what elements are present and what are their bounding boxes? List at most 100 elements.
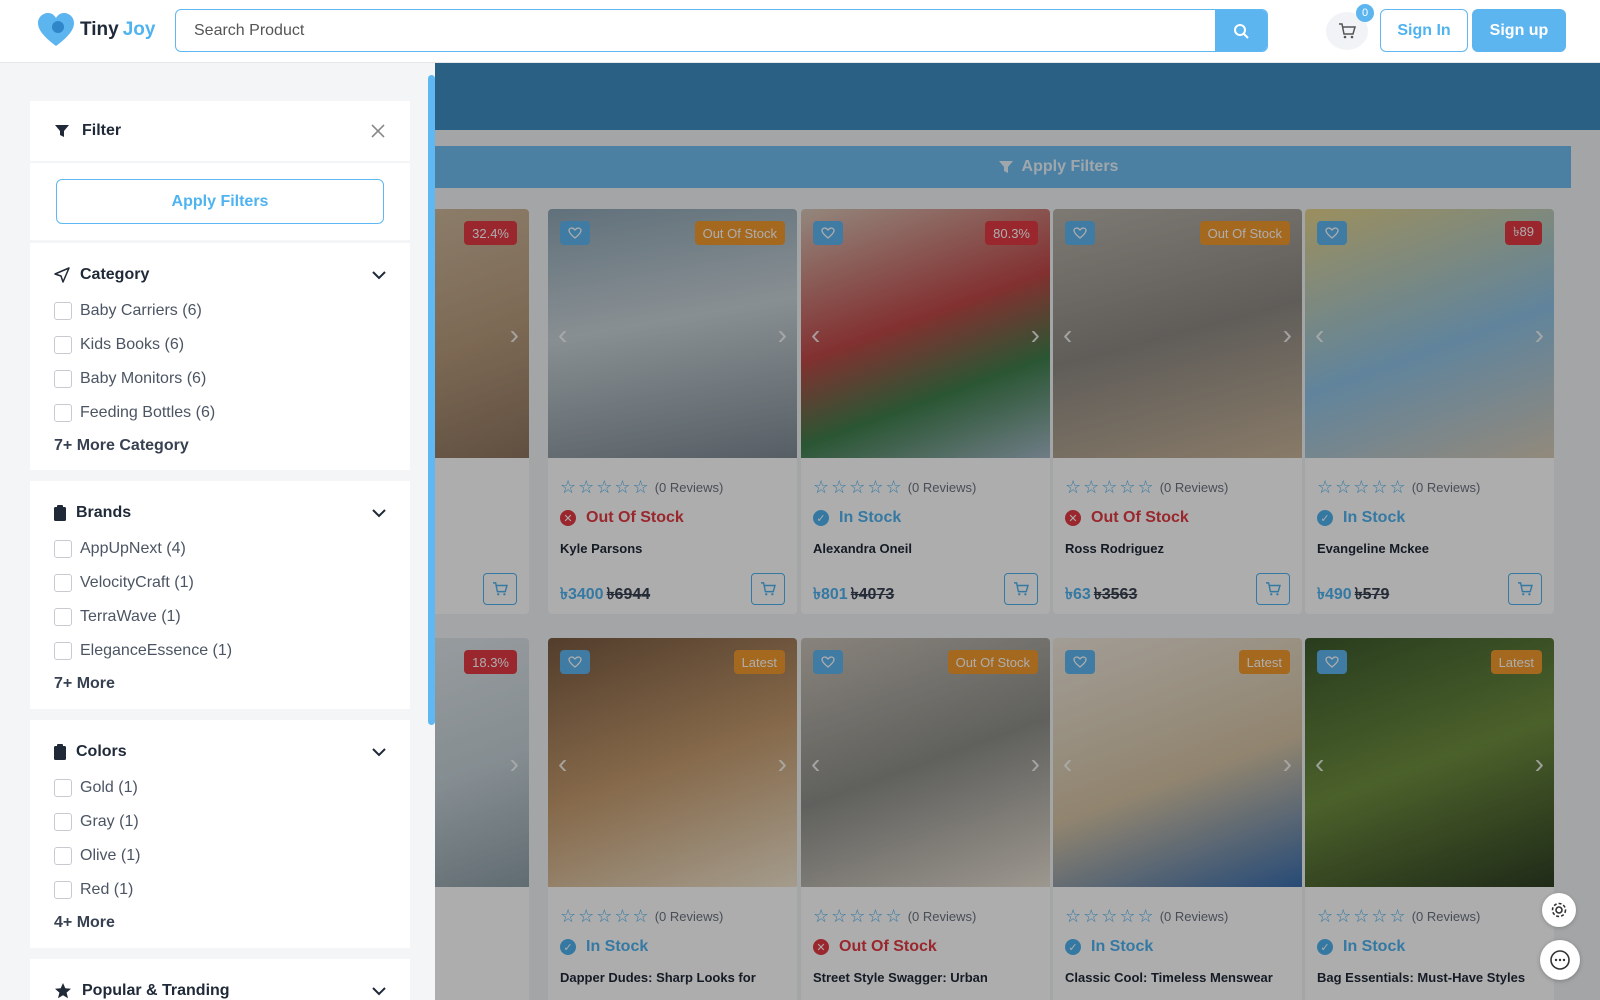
chevron-left-icon[interactable]: ‹	[811, 748, 820, 780]
add-to-cart-button[interactable]	[1256, 573, 1290, 605]
chevron-right-icon[interactable]: ›	[778, 748, 787, 780]
product-name[interactable]: Alexandra Oneil	[813, 541, 1038, 556]
product-image[interactable]: Latest ‹ ›	[548, 638, 797, 887]
brand-option[interactable]: VelocityCraft (1)	[54, 573, 386, 593]
colors-header[interactable]: Colors	[54, 740, 386, 764]
wishlist-button[interactable]	[1317, 650, 1347, 674]
product-card[interactable]: 18.3%‹›☆☆☆☆☆eviews)Style for	[435, 638, 529, 1000]
product-name[interactable]: Kyle Parsons	[560, 541, 785, 556]
product-image[interactable]: 80.3% ‹ ›	[801, 209, 1050, 458]
category-option[interactable]: Baby Carriers (6)	[54, 301, 386, 321]
chevron-left-icon[interactable]: ‹	[811, 319, 820, 351]
wishlist-button[interactable]	[560, 221, 590, 245]
chevron-right-icon[interactable]: ›	[778, 319, 787, 351]
chevron-right-icon[interactable]: ›	[1283, 748, 1292, 780]
close-icon[interactable]	[370, 123, 386, 139]
more-category-link[interactable]: 7+ More Category	[54, 437, 386, 457]
wishlist-button[interactable]	[1317, 221, 1347, 245]
brand-option[interactable]: AppUpNext (4)	[54, 539, 386, 559]
product-name[interactable]: Evangeline Mckee	[1317, 541, 1542, 556]
chevron-right-icon[interactable]: ›	[1283, 319, 1292, 351]
product-image[interactable]: Out Of Stock ‹ ›	[548, 209, 797, 458]
checkbox[interactable]	[54, 881, 72, 899]
category-header[interactable]: Category	[54, 263, 386, 287]
add-to-cart-button[interactable]	[751, 573, 785, 605]
checkbox[interactable]	[54, 608, 72, 626]
product-card[interactable]: Latest ‹ › ☆☆☆☆☆ (0 Reviews) ✓ In Stock Classic…	[1053, 638, 1302, 1000]
product-card[interactable]: Out Of Stock ‹ › ☆☆☆☆☆ (0 Reviews) ✕ Out Of St…	[801, 638, 1050, 1000]
sign-in-button[interactable]: Sign In	[1380, 9, 1468, 52]
wishlist-button[interactable]	[1065, 650, 1095, 674]
search-input[interactable]	[176, 10, 1215, 51]
chevron-right-icon[interactable]: ›	[1535, 319, 1544, 351]
checkbox[interactable]	[54, 847, 72, 865]
chevron-right-icon[interactable]: ›	[1031, 319, 1040, 351]
chevron-left-icon[interactable]: ‹	[1063, 748, 1072, 780]
add-to-cart-button[interactable]	[1004, 573, 1038, 605]
checkbox[interactable]	[54, 404, 72, 422]
chevron-left-icon[interactable]: ‹	[558, 748, 567, 780]
product-card[interactable]: 80.3% ‹ › ☆☆☆☆☆ (0 Reviews) ✓ In Stock Alexandr…	[801, 209, 1050, 614]
checkbox[interactable]	[54, 642, 72, 660]
logo[interactable]: Tiny Joy	[36, 12, 155, 48]
sign-up-button[interactable]: Sign up	[1472, 9, 1566, 52]
wishlist-button[interactable]	[1065, 221, 1095, 245]
product-name[interactable]: Bag Essentials: Must-Have Styles	[1317, 970, 1542, 985]
sidebar-scrollbar[interactable]	[428, 75, 435, 725]
product-image[interactable]: Latest ‹ ›	[1053, 638, 1302, 887]
checkbox[interactable]	[54, 336, 72, 354]
brand-option[interactable]: EleganceEssence (1)	[54, 641, 386, 661]
category-option[interactable]: Feeding Bottles (6)	[54, 403, 386, 423]
chevron-right-icon[interactable]: ›	[1535, 748, 1544, 780]
product-card[interactable]: Latest ‹ › ☆☆☆☆☆ (0 Reviews) ✓ In Stock Bag Ess…	[1305, 638, 1554, 1000]
chevron-right-icon[interactable]: ›	[510, 319, 519, 351]
chevron-right-icon[interactable]: ›	[510, 748, 519, 780]
category-option[interactable]: Baby Monitors (6)	[54, 369, 386, 389]
chevron-left-icon[interactable]: ‹	[558, 319, 567, 351]
product-image[interactable]: Latest ‹ ›	[1305, 638, 1554, 887]
more-brands-link[interactable]: 7+ More	[54, 675, 386, 695]
product-name[interactable]: Street Style Swagger: Urban	[813, 970, 1038, 985]
brands-header[interactable]: Brands	[54, 501, 386, 525]
add-to-cart-button[interactable]	[1508, 573, 1542, 605]
color-option[interactable]: Red (1)	[54, 880, 386, 900]
product-name[interactable]: Classic Cool: Timeless Menswear	[1065, 970, 1290, 985]
chevron-left-icon[interactable]: ‹	[1315, 748, 1324, 780]
wishlist-button[interactable]	[813, 650, 843, 674]
color-option[interactable]: Olive (1)	[54, 846, 386, 866]
checkbox[interactable]	[54, 574, 72, 592]
checkbox[interactable]	[54, 813, 72, 831]
chevron-left-icon[interactable]: ‹	[1063, 319, 1072, 351]
product-card[interactable]: ৳89 ‹ › ☆☆☆☆☆ (0 Reviews) ✓ In Stock Evangeline…	[1305, 209, 1554, 614]
product-name[interactable]: Style for	[435, 970, 517, 985]
checkbox[interactable]	[54, 370, 72, 388]
product-image[interactable]: 18.3%‹›	[435, 638, 529, 887]
popular-header[interactable]: Popular & Tranding	[54, 979, 386, 1000]
product-image[interactable]: Out Of Stock ‹ ›	[801, 638, 1050, 887]
checkbox[interactable]	[54, 302, 72, 320]
checkbox[interactable]	[54, 779, 72, 797]
chat-button[interactable]	[1540, 940, 1580, 980]
category-option[interactable]: Kids Books (6)	[54, 335, 386, 355]
product-image[interactable]: Out Of Stock ‹ ›	[1053, 209, 1302, 458]
checkbox[interactable]	[54, 540, 72, 558]
product-image[interactable]: 32.4%‹›	[435, 209, 529, 458]
color-option[interactable]: Gold (1)	[54, 778, 386, 798]
wishlist-button[interactable]	[813, 221, 843, 245]
settings-button[interactable]	[1542, 893, 1576, 927]
product-name[interactable]: Ross Rodriguez	[1065, 541, 1290, 556]
color-option[interactable]: Gray (1)	[54, 812, 386, 832]
apply-filters-bar[interactable]: Apply Filters	[435, 146, 1571, 188]
search-button[interactable]	[1215, 10, 1267, 51]
brand-option[interactable]: TerraWave (1)	[54, 607, 386, 627]
product-image[interactable]: ৳89 ‹ ›	[1305, 209, 1554, 458]
product-name[interactable]: Dapper Dudes: Sharp Looks for	[560, 970, 785, 985]
product-card[interactable]: 32.4%‹›☆☆☆☆☆eviews)	[435, 209, 529, 614]
wishlist-button[interactable]	[560, 650, 590, 674]
apply-filters-button[interactable]: Apply Filters	[56, 179, 384, 224]
more-colors-link[interactable]: 4+ More	[54, 914, 386, 934]
chevron-left-icon[interactable]: ‹	[1315, 319, 1324, 351]
product-card[interactable]: Latest ‹ › ☆☆☆☆☆ (0 Reviews) ✓ In Stock Dapper …	[548, 638, 797, 1000]
cart-button[interactable]: 0	[1326, 4, 1374, 50]
add-to-cart-button[interactable]	[483, 573, 517, 605]
